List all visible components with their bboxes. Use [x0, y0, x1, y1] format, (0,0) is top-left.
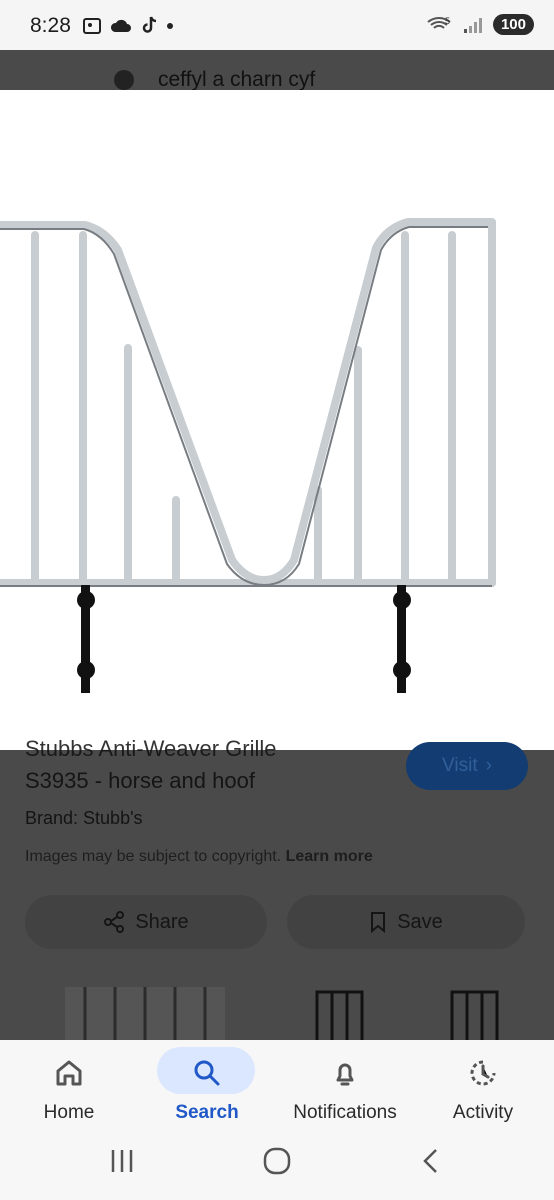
battery-indicator: 100 [492, 14, 534, 35]
nav-home-label: Home [43, 1102, 95, 1123]
save-label: Save [397, 910, 443, 933]
nav-home[interactable]: Home [0, 1040, 138, 1132]
dot-icon [167, 23, 173, 29]
wifi-5-icon: 5 [427, 16, 451, 29]
bottom-navigation: Home Search Notifications Activity [0, 1040, 554, 1132]
search-query: ceffyl a charn cyf [158, 68, 316, 91]
learn-more-link[interactable]: Learn more [286, 848, 373, 865]
chevron-right-icon: › [485, 755, 492, 776]
search-bar[interactable]: ceffyl a charn cyf [112, 68, 315, 92]
status-system-icons: 5 100 [427, 14, 534, 35]
system-navigation-bar [0, 1132, 554, 1200]
copyright-text: Images may be subject to copyright. [25, 848, 282, 865]
home-icon [56, 1060, 82, 1086]
search-icon [194, 1060, 220, 1086]
status-bar: 8:28 5 100 [0, 0, 554, 50]
image-icon [83, 18, 101, 34]
nav-activity[interactable]: Activity [414, 1040, 552, 1132]
nav-search[interactable]: Search [138, 1040, 276, 1132]
nav-activity-label: Activity [452, 1102, 514, 1123]
activity-icon [470, 1060, 496, 1086]
tiktok-icon [142, 16, 157, 33]
anti-weaver-grille-image [0, 218, 496, 693]
nav-notifications-label: Notifications [293, 1102, 397, 1123]
share-button[interactable]: Share [25, 895, 267, 949]
result-title[interactable]: Stubbs Anti-Weaver Grille [25, 736, 276, 762]
result-brand: Brand: Stubb's [25, 808, 143, 828]
nav-notifications[interactable]: Notifications [276, 1040, 414, 1132]
home-circle-icon[interactable] [262, 1146, 292, 1176]
nav-search-label: Search [175, 1102, 239, 1123]
bell-icon [336, 1063, 354, 1086]
svg-text:5: 5 [445, 16, 450, 26]
cloud-icon [110, 19, 131, 32]
related-image-thumbnail[interactable] [25, 982, 265, 1040]
copyright-notice: Images may be subject to copyright. Lear… [25, 848, 373, 866]
share-label: Share [135, 910, 189, 933]
visit-label: Visit [442, 755, 478, 776]
status-time: 8:28 [30, 14, 71, 37]
image-preview[interactable] [0, 90, 554, 750]
save-button[interactable]: Save [287, 895, 525, 949]
related-image-thumbnail[interactable] [287, 982, 527, 1040]
signal-icon [463, 17, 482, 33]
google-g-icon [114, 70, 134, 90]
bookmark-icon [371, 912, 386, 933]
recents-icon[interactable] [108, 1146, 136, 1176]
result-subtitle[interactable]: S3935 - horse and hoof [25, 768, 255, 794]
image-viewer-page: ceffyl a charn cyf Stubbs Anti-Weaver Gr… [0, 50, 554, 1040]
visit-button[interactable]: Visit › [406, 742, 528, 790]
back-icon[interactable] [418, 1146, 442, 1176]
status-notification-icons [82, 16, 174, 36]
share-icon [104, 911, 125, 933]
